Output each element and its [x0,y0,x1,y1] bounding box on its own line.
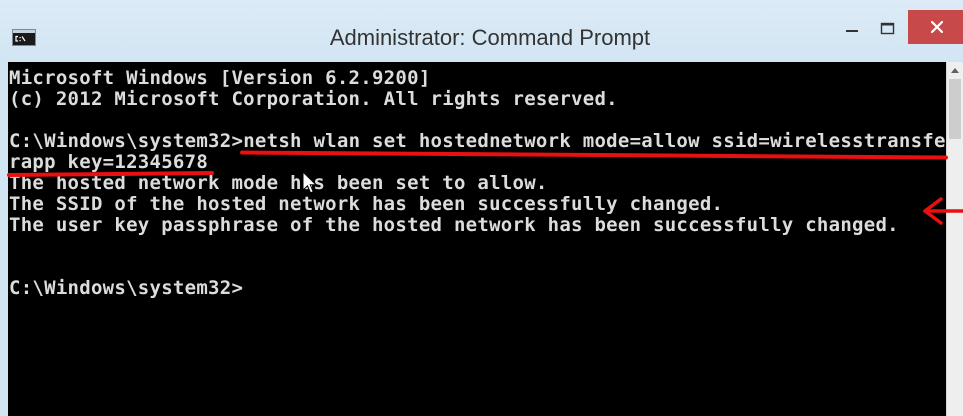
command-text: netsh wlan set hostednetwork mode=allow … [243,131,946,152]
scroll-up-arrow-icon [951,68,959,73]
maximize-icon [880,22,895,35]
window-frame-left [0,62,8,416]
command-output-line: The hosted network mode has been set to … [9,173,548,194]
minimize-button[interactable] [832,10,870,44]
vertical-scrollbar[interactable] [946,62,963,416]
title-bar[interactable]: Administrator: Command Prompt [0,0,963,62]
command-output-line: The user key passphrase of the hosted ne… [9,215,899,236]
scroll-up-button[interactable] [947,62,963,79]
console-banner-line: Microsoft Windows [Version 6.2.9200] [9,68,431,89]
command-prompt-path: C:\Windows\system32> [9,278,244,299]
command-line: C:\Windows\system32>netsh wlan set hoste… [9,131,946,152]
command-text-continuation: rapp key=12345678 [9,152,209,173]
minimize-icon [846,30,858,32]
command-prompt-window: Administrator: Command Prompt Microsoft … [0,0,963,416]
maximize-button[interactable] [870,10,908,44]
scrollbar-thumb[interactable] [949,79,961,139]
console-output[interactable]: Microsoft Windows [Version 6.2.9200] (c)… [8,62,946,416]
console-banner-line: (c) 2012 Microsoft Corporation. All righ… [9,89,618,110]
close-button[interactable] [908,10,963,44]
command-prompt-path: C:\Windows\system32> [9,131,244,152]
close-icon [930,20,944,34]
cmd-icon[interactable] [12,29,36,46]
current-prompt-line[interactable]: C:\Windows\system32> [9,278,946,299]
window-title: Administrator: Command Prompt [329,25,651,50]
command-output-line: The SSID of the hosted network has been … [9,194,724,215]
